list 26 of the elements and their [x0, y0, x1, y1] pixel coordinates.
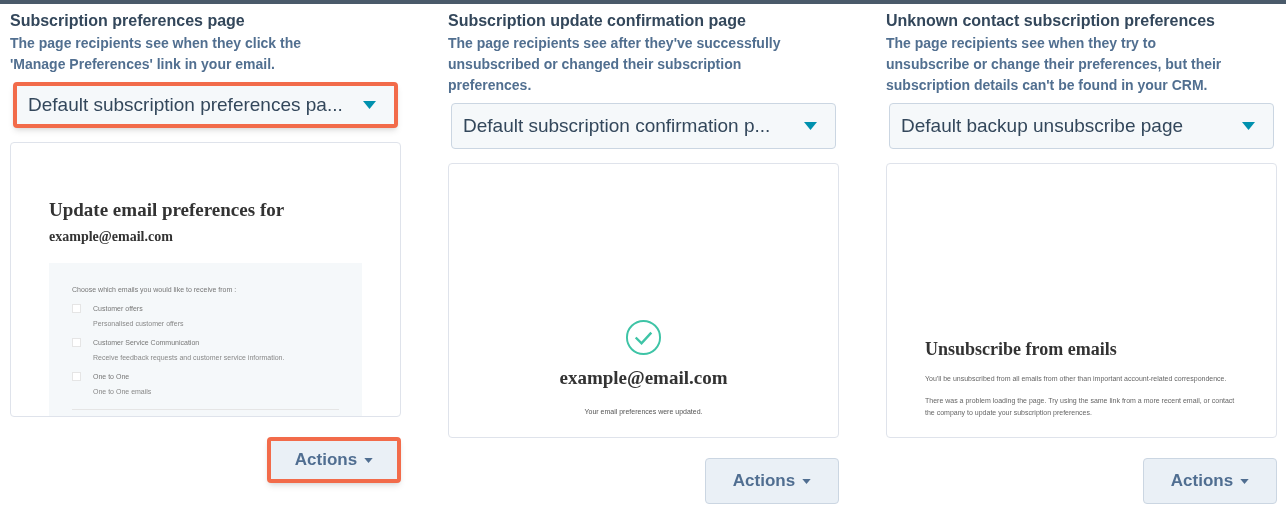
- caret-icon: [802, 478, 812, 484]
- section-description: The page recipients see when they click the 'Manage Preferences' link in your email.: [10, 34, 302, 74]
- caret-icon: [804, 122, 817, 130]
- option-checkbox[interactable]: [72, 304, 81, 314]
- section-description: The page recipients see after they've successfully unsubscribed or changed their subscription preferences.: [448, 34, 782, 95]
- preview-heading: Unsubscribe from emails: [925, 338, 1118, 361]
- page-dropdown[interactable]: Default subscription confirmation p...: [451, 103, 836, 149]
- preview-email: example@email.com: [559, 366, 728, 390]
- actions-button[interactable]: Actions: [705, 458, 839, 504]
- caret-icon: [1240, 478, 1250, 484]
- section-title: Subscription preferences page: [10, 11, 246, 31]
- section-title: Unknown contact subscription preferences: [886, 11, 1216, 31]
- caret-icon: [1242, 122, 1255, 130]
- check-circle-icon: [625, 319, 662, 356]
- section-title: Subscription update confirmation page: [448, 11, 747, 31]
- actions-button[interactable]: Actions: [267, 437, 401, 483]
- page-dropdown[interactable]: Default backup unsubscribe page: [889, 103, 1274, 149]
- actions-button[interactable]: Actions: [1143, 458, 1277, 504]
- option-checkbox[interactable]: [72, 338, 81, 348]
- caret-icon: [363, 101, 376, 109]
- preview-email: example@email.com: [49, 227, 174, 246]
- section-description: The page recipients see when they try to unsubscribe or change their preferences, but their subscription details can't be found in your CRM.: [886, 34, 1223, 95]
- preview-heading: Update email preferences for: [49, 198, 286, 222]
- caret-icon: [364, 457, 374, 463]
- page-dropdown[interactable]: Default subscription preferences pa...: [13, 82, 398, 128]
- option-checkbox[interactable]: [72, 372, 81, 382]
